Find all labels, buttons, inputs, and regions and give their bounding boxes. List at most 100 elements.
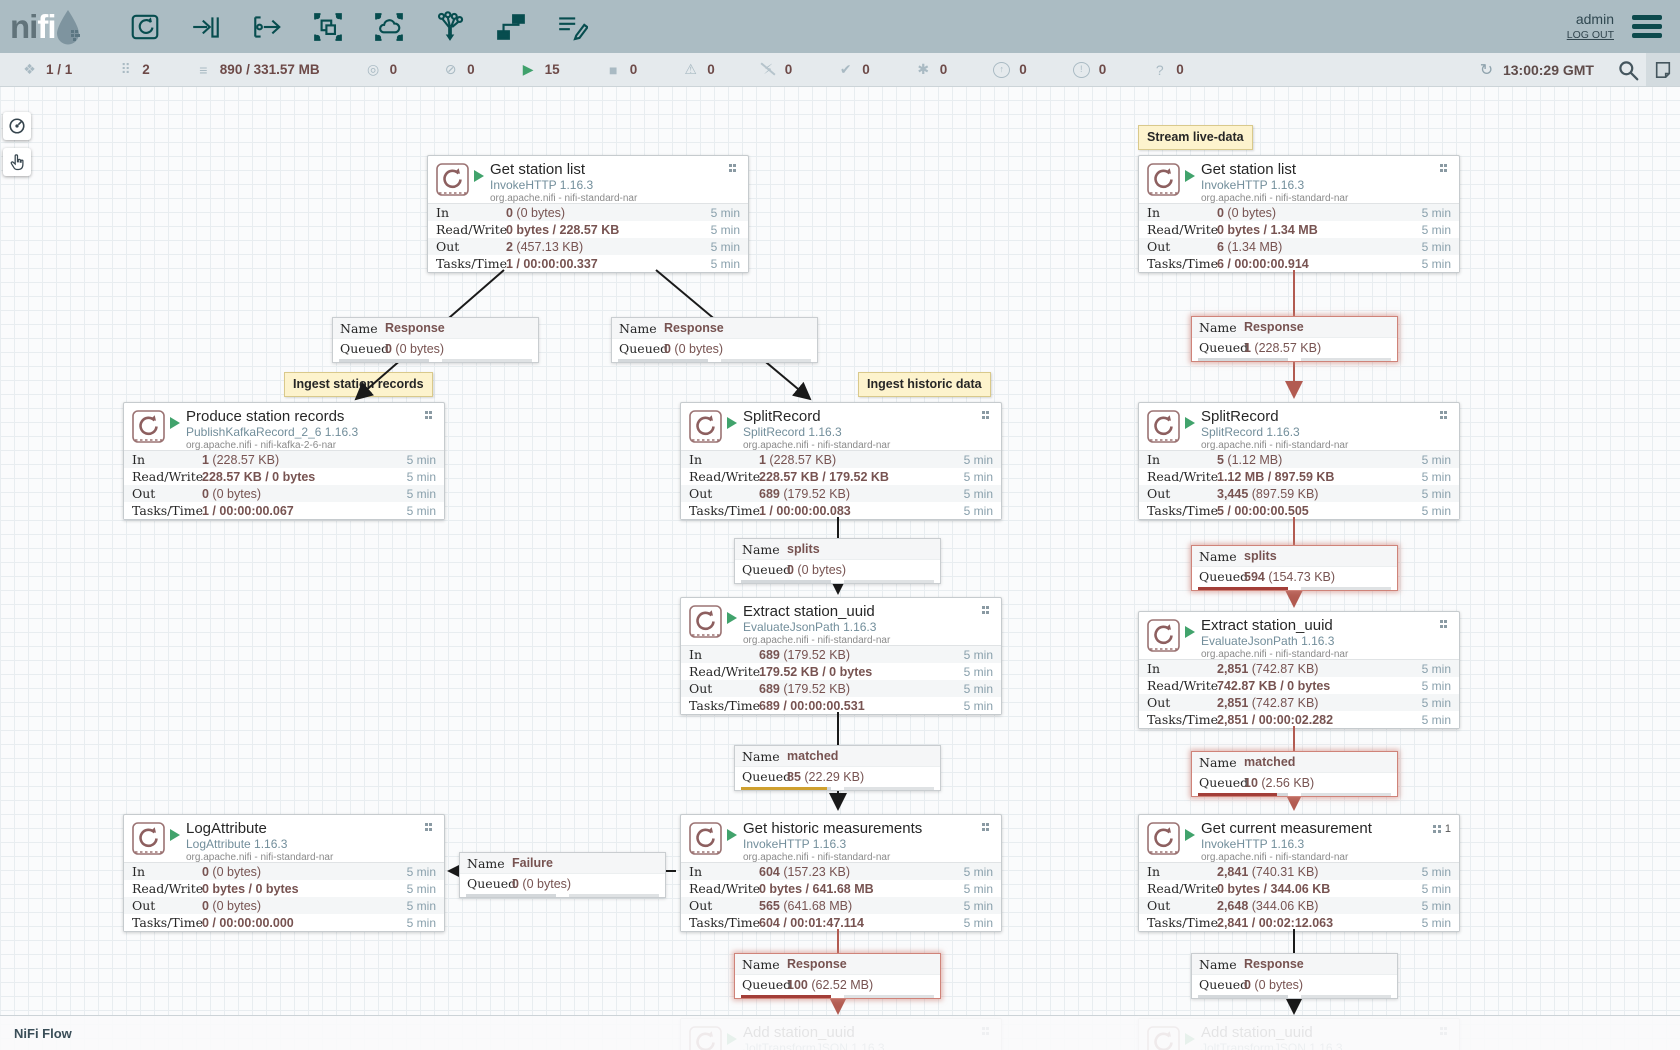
navigate-palette-button[interactable] bbox=[3, 112, 31, 140]
connection-label[interactable]: Name splits Queued 0 (0 bytes) bbox=[734, 538, 941, 584]
disabled-icon: ⚡ bbox=[761, 61, 776, 78]
processor[interactable]: SplitRecord SplitRecord 1.16.3 org.apach… bbox=[1138, 402, 1460, 520]
processor-stat-row: Read/Write 179.52 KB / 0 bytes 5 min bbox=[681, 663, 1001, 680]
sync-failure-icon: ! bbox=[1073, 62, 1090, 78]
connection-name-value: Response bbox=[385, 321, 445, 335]
processor-type: EvaluateJsonPath 1.16.3 bbox=[743, 620, 890, 634]
canvas-label[interactable]: Ingest station records bbox=[284, 372, 433, 397]
processor-stat-row: Out 3,445 (897.59 KB) 5 min bbox=[1139, 485, 1459, 502]
processor-stat-row: Tasks/Time 5 / 00:00:00.505 5 min bbox=[1139, 502, 1459, 519]
threads-grid-icon bbox=[982, 411, 990, 419]
compass-icon bbox=[8, 117, 26, 135]
status-item: ⚡ 0 bbox=[761, 61, 793, 78]
flow-canvas[interactable]: Ingest station records Ingest historic d… bbox=[0, 86, 1680, 1050]
logout-link[interactable]: LOG OUT bbox=[1567, 29, 1614, 42]
canvas-label[interactable]: Stream live-data bbox=[1138, 125, 1253, 150]
connection-name-value: Response bbox=[787, 957, 847, 971]
connection-name-value: Failure bbox=[512, 856, 553, 870]
connection-label[interactable]: Name Failure Queued 0 (0 bytes) bbox=[459, 852, 666, 898]
running-status-icon bbox=[1185, 829, 1195, 841]
connection-label[interactable]: Name Response Queued 100 (62.52 MB) bbox=[734, 953, 941, 999]
processor-name: LogAttribute bbox=[186, 820, 333, 837]
funnel-icon[interactable] bbox=[433, 10, 467, 44]
processor-stamp-icon bbox=[688, 409, 723, 444]
connection-label[interactable]: Name Response Queued 0 (0 bytes) bbox=[332, 317, 539, 363]
locally-modified-icon: ✱ bbox=[916, 61, 931, 78]
processor-stats: In 0 (0 bytes) 5 min Read/Write 0 bytes … bbox=[1139, 203, 1459, 272]
status-item: ❖ 1 / 1 bbox=[22, 61, 72, 78]
app-header: nifi bbox=[0, 0, 1680, 53]
connection-name-label: Name bbox=[467, 856, 505, 871]
processor[interactable]: Get current measurement InvokeHTTP 1.16.… bbox=[1138, 814, 1460, 932]
processor-stats: In 1 (228.57 KB) 5 min Read/Write 228.57… bbox=[681, 450, 1001, 519]
queue-progress-bars bbox=[1192, 587, 1397, 590]
processor-name: Get station list bbox=[490, 161, 637, 178]
processor-name: Extract station_uuid bbox=[1201, 617, 1348, 634]
processor[interactable]: Get historic measurements InvokeHTTP 1.1… bbox=[680, 814, 1002, 932]
processor-stat-row: Out 2,851 (742.87 KB) 5 min bbox=[1139, 694, 1459, 711]
active-threads-badge: 1 bbox=[1433, 823, 1451, 835]
processor-icon[interactable] bbox=[128, 10, 162, 44]
search-icon[interactable] bbox=[1610, 53, 1646, 86]
queue-progress-bars bbox=[735, 580, 940, 583]
template-icon[interactable] bbox=[494, 10, 528, 44]
processor[interactable]: SplitRecord SplitRecord 1.16.3 org.apach… bbox=[680, 402, 1002, 520]
output-port-icon[interactable] bbox=[250, 10, 284, 44]
threads-grid-icon bbox=[1440, 620, 1448, 628]
operate-palette-button[interactable] bbox=[3, 148, 31, 176]
last-refresh-time: 13:00:29 GMT bbox=[1503, 62, 1594, 78]
process-group-icon[interactable] bbox=[311, 10, 345, 44]
threads-grid-icon bbox=[729, 164, 737, 172]
processor-stat-row: In 1 (228.57 KB) 5 min bbox=[681, 451, 1001, 468]
label-icon[interactable] bbox=[555, 10, 589, 44]
canvas-label[interactable]: Ingest historic data bbox=[858, 372, 991, 397]
queue-progress-bars bbox=[1192, 358, 1397, 361]
connection-name-value: matched bbox=[1244, 755, 1295, 769]
processor-stat-row: Tasks/Time 604 / 00:01:47.114 5 min bbox=[681, 914, 1001, 931]
processor[interactable]: Get station list InvokeHTTP 1.16.3 org.a… bbox=[427, 155, 749, 273]
processor-name: Get station list bbox=[1201, 161, 1348, 178]
threads-grid-icon bbox=[425, 823, 433, 831]
processor-stat-row: In 0 (0 bytes) 5 min bbox=[428, 204, 748, 221]
processor-stats: In 2,851 (742.87 KB) 5 min Read/Write 74… bbox=[1139, 659, 1459, 728]
processor-stat-row: Tasks/Time 1 / 00:00:00.337 5 min bbox=[428, 255, 748, 272]
processor[interactable]: Produce station records PublishKafkaReco… bbox=[123, 402, 445, 520]
connection-label[interactable]: Name splits Queued 594 (154.73 KB) bbox=[1191, 545, 1398, 591]
connection-queued-value: 85 (22.29 KB) bbox=[787, 770, 864, 784]
processor-stats: In 604 (157.23 KB) 5 min Read/Write 0 by… bbox=[681, 862, 1001, 931]
input-port-icon[interactable] bbox=[189, 10, 223, 44]
processor-stat-row: Read/Write 228.57 KB / 179.52 KB 5 min bbox=[681, 468, 1001, 485]
active-threads-badge bbox=[982, 411, 994, 419]
queue-progress-bars bbox=[460, 894, 665, 897]
birdseye-toggle-icon[interactable] bbox=[1646, 53, 1680, 86]
processor-stat-row: Read/Write 742.87 KB / 0 bytes 5 min bbox=[1139, 677, 1459, 694]
processor-stat-row: In 689 (179.52 KB) 5 min bbox=[681, 646, 1001, 663]
component-toolbar bbox=[128, 10, 589, 44]
processor[interactable]: Extract station_uuid EvaluateJsonPath 1.… bbox=[680, 597, 1002, 715]
connection-label[interactable]: Name Response Queued 1 (228.57 KB) bbox=[1191, 316, 1398, 362]
connection-label[interactable]: Name Response Queued 0 (0 bytes) bbox=[1191, 953, 1398, 999]
queue-progress-bars bbox=[1192, 995, 1397, 998]
connection-queued-label: Queued bbox=[1199, 569, 1248, 584]
processor-stat-row: Read/Write 0 bytes / 344.06 KB 5 min bbox=[1139, 880, 1459, 897]
running-status-icon bbox=[727, 612, 737, 624]
processor[interactable]: Extract station_uuid EvaluateJsonPath 1.… bbox=[1138, 611, 1460, 729]
remote-process-group-icon[interactable] bbox=[372, 10, 406, 44]
processor-stat-row: In 2,851 (742.87 KB) 5 min bbox=[1139, 660, 1459, 677]
processor-stat-row: Out 565 (641.68 MB) 5 min bbox=[681, 897, 1001, 914]
status-items: ❖ 1 / 1 ⠿ 2 ≡ 890 / 331.57 MB ◎ 0 ⊘ 0 ▶ … bbox=[22, 61, 1184, 78]
connection-label[interactable]: Name Response Queued 0 (0 bytes) bbox=[611, 317, 818, 363]
processor-type: PublishKafkaRecord_2_6 1.16.3 bbox=[186, 425, 358, 439]
breadcrumb-root[interactable]: NiFi Flow bbox=[14, 1026, 72, 1041]
connection-queued-value: 594 (154.73 KB) bbox=[1244, 570, 1335, 584]
connection-label[interactable]: Name matched Queued 85 (22.29 KB) bbox=[734, 745, 941, 791]
processor-stat-row: Out 0 (0 bytes) 5 min bbox=[124, 897, 444, 914]
processor-type: EvaluateJsonPath 1.16.3 bbox=[1201, 634, 1348, 648]
global-menu-icon[interactable] bbox=[1628, 11, 1666, 42]
refresh-icon[interactable]: ↻ bbox=[1479, 60, 1494, 80]
processor-stat-row: Out 689 (179.52 KB) 5 min bbox=[681, 485, 1001, 502]
processor[interactable]: Get station list InvokeHTTP 1.16.3 org.a… bbox=[1138, 155, 1460, 273]
connection-label[interactable]: Name matched Queued 10 (2.56 KB) bbox=[1191, 751, 1398, 797]
processor-name: Produce station records bbox=[186, 408, 358, 425]
processor[interactable]: LogAttribute LogAttribute 1.16.3 org.apa… bbox=[123, 814, 445, 932]
